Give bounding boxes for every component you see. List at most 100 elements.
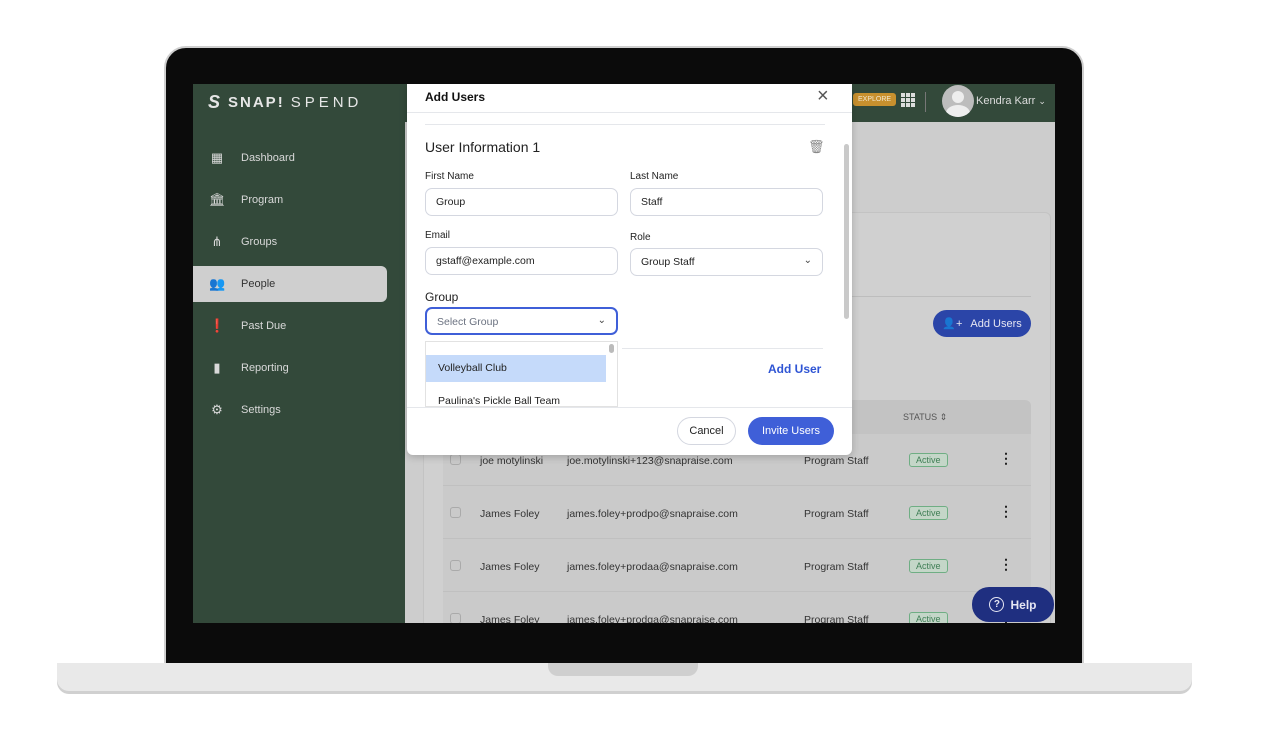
role-cell: Program Staff <box>804 455 869 467</box>
divider <box>407 407 852 408</box>
hierarchy-icon: ⋔ <box>211 234 223 249</box>
table-row: James Foley james.foley+prodaa@snapraise.… <box>443 540 1031 592</box>
bar-chart-icon: ▮ <box>213 360 221 375</box>
name-cell: James Foley <box>480 508 540 520</box>
more-options-icon[interactable]: ⋮ <box>999 450 1013 467</box>
status-badge: Active <box>909 453 948 467</box>
first-name-field[interactable]: Group <box>425 188 618 216</box>
sidebar-item-label: Groups <box>241 236 278 248</box>
group-option[interactable]: Volleyball Club <box>426 355 606 382</box>
sidebar-item-label: Dashboard <box>241 152 295 164</box>
first-name-label: First Name <box>425 171 474 182</box>
invite-users-button[interactable]: Invite Users <box>748 417 834 445</box>
add-user-link[interactable]: Add User <box>768 362 821 376</box>
section-title: User Information 1 <box>425 139 541 155</box>
dropdown-scrollbar[interactable] <box>609 344 614 353</box>
sidebar-item-label: Past Due <box>241 320 287 332</box>
sidebar-item-label: Program <box>241 194 284 206</box>
email-cell: james.foley+prodga@snapraise.com <box>567 614 738 623</box>
divider <box>925 92 926 112</box>
last-name-label: Last Name <box>630 171 679 182</box>
role-cell: Program Staff <box>804 614 869 623</box>
status-column-header[interactable]: STATUS ⇕ <box>903 412 947 423</box>
group-option[interactable]: Paulina's Pickle Ball Team <box>426 388 606 406</box>
sidebar-item-reporting[interactable]: ▮ Reporting <box>193 350 387 386</box>
user-name: Kendra Karr <box>976 95 1036 107</box>
name-cell: James Foley <box>480 561 540 573</box>
email-cell: joe.motylinski+123@snapraise.com <box>567 455 733 467</box>
table-row: James Foley james.foley+prodpo@snapraise.… <box>443 487 1031 539</box>
modal-scrollbar[interactable] <box>844 144 849 319</box>
status-badge: Active <box>909 506 948 520</box>
help-label: Help <box>1010 597 1037 612</box>
divider <box>407 112 852 113</box>
sidebar-item-program[interactable]: 🏛 Program <box>193 182 387 218</box>
email-cell: james.foley+prodaa@snapraise.com <box>567 561 738 573</box>
sidebar-item-dashboard[interactable]: ▦ Dashboard <box>193 140 387 176</box>
table-row: James Foley james.foley+prodga@snapraise.… <box>443 593 1031 623</box>
more-options-icon[interactable]: ⋮ <box>999 556 1013 573</box>
sidebar-item-past-due[interactable]: ❗ Past Due <box>193 308 387 344</box>
add-users-button[interactable]: 👤+ Add Users <box>933 310 1031 337</box>
group-dropdown: Volleyball Club Paulina's Pickle Ball Te… <box>425 341 618 407</box>
status-badge: Active <box>909 559 948 573</box>
bank-icon: 🏛 <box>209 192 226 207</box>
sort-icon: ⇕ <box>939 412 948 422</box>
role-cell: Program Staff <box>804 508 869 520</box>
group-select[interactable]: Select Group ⌄ <box>425 307 618 335</box>
email-cell: james.foley+prodpo@snapraise.com <box>567 508 738 520</box>
row-checkbox[interactable] <box>450 454 461 465</box>
divider <box>425 124 825 125</box>
user-menu[interactable]: Kendra Karr ⌄ <box>976 95 1046 107</box>
divider <box>622 348 823 349</box>
email-label: Email <box>425 230 451 241</box>
logo: S SNAP! SPEND <box>208 92 362 113</box>
role-select[interactable]: Group Staff ⌄ <box>630 248 823 276</box>
more-options-icon[interactable]: ⋮ <box>999 503 1013 520</box>
add-user-icon: 👤+ <box>942 318 963 330</box>
chevron-down-icon: ⌄ <box>803 255 812 266</box>
chevron-down-icon: ⌄ <box>597 315 606 326</box>
sidebar-item-settings[interactable]: ⚙ Settings <box>193 392 387 428</box>
trash-icon[interactable]: 🗑 <box>808 139 825 155</box>
group-label: Group <box>425 290 459 304</box>
status-header-label: STATUS <box>903 412 938 422</box>
avatar[interactable] <box>942 85 974 117</box>
logo-text-light: SPEND <box>290 94 363 111</box>
cancel-button[interactable]: Cancel <box>677 417 736 445</box>
close-icon[interactable]: × <box>817 85 829 108</box>
dashboard-icon: ▦ <box>210 150 224 165</box>
name-cell: joe motylinski <box>480 455 544 467</box>
sidebar: S SNAP! SPEND ▦ Dashboard 🏛 Program ⋔ Group… <box>193 84 405 623</box>
role-label: Role <box>630 232 651 243</box>
snap-logo-icon: S <box>208 92 223 112</box>
row-checkbox[interactable] <box>450 613 461 623</box>
sidebar-item-label: Settings <box>241 404 281 416</box>
role-value: Group Staff <box>641 256 695 268</box>
role-cell: Program Staff <box>804 561 869 573</box>
add-users-label: Add Users <box>970 317 1022 330</box>
add-users-modal: Add Users × User Information 1 🗑 First N… <box>407 84 852 455</box>
sidebar-item-label: Reporting <box>241 362 289 374</box>
help-button[interactable]: ? Help <box>972 587 1054 622</box>
group-placeholder: Select Group <box>437 316 499 328</box>
modal-title: Add Users <box>425 90 486 104</box>
sidebar-item-groups[interactable]: ⋔ Groups <box>193 224 387 260</box>
logo-text-bold: SNAP! <box>228 94 285 111</box>
laptop-notch <box>548 663 698 676</box>
app-screen: S SNAP! SPEND ▦ Dashboard 🏛 Program ⋔ Group… <box>193 84 1055 623</box>
gear-icon: ⚙ <box>211 402 223 417</box>
explore-badge[interactable]: EXPLORE <box>853 93 897 106</box>
apps-grid-icon[interactable] <box>901 93 915 107</box>
email-field[interactable]: gstaff@example.com <box>425 247 618 275</box>
people-icon: 👥 <box>209 276 226 291</box>
sidebar-item-people[interactable]: 👥 People <box>193 266 387 302</box>
alert-doc-icon: ❗ <box>209 318 226 333</box>
status-badge: Active <box>909 612 948 623</box>
row-checkbox[interactable] <box>450 560 461 571</box>
sidebar-item-label: People <box>241 278 276 290</box>
name-cell: James Foley <box>480 614 540 623</box>
row-checkbox[interactable] <box>450 507 461 518</box>
chevron-down-icon: ⌄ <box>1038 96 1046 106</box>
last-name-field[interactable]: Staff <box>630 188 823 216</box>
